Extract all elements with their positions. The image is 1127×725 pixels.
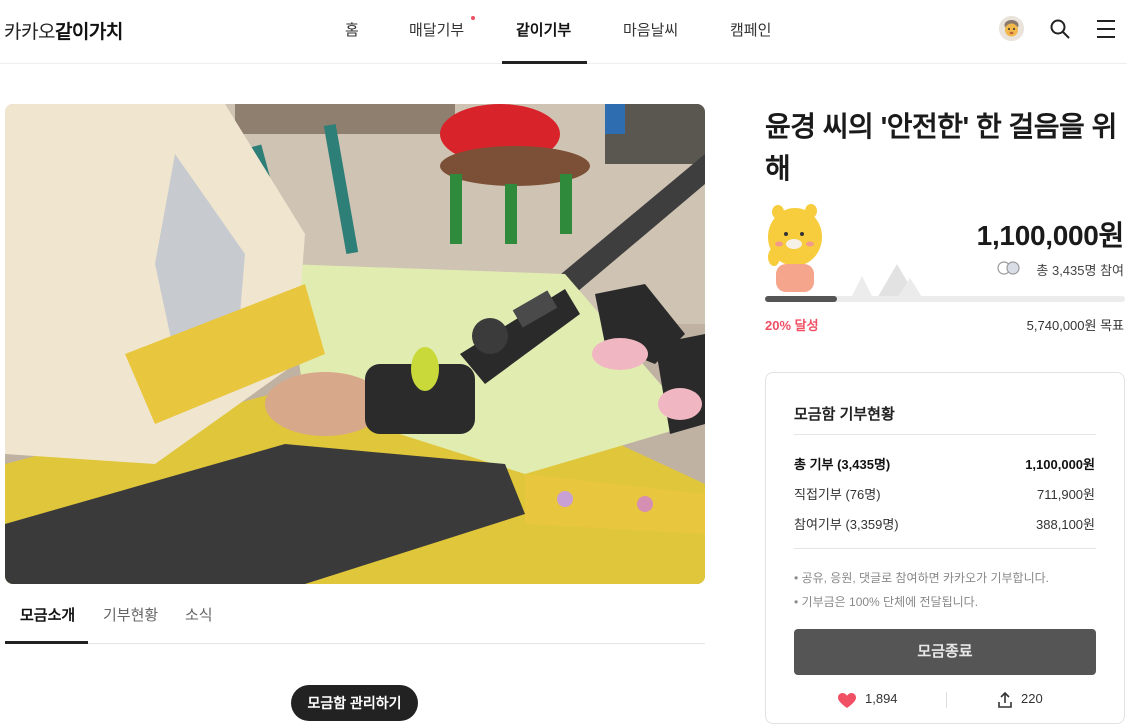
- nav-item-monthly[interactable]: 매달기부: [409, 19, 464, 40]
- participant-avatars-icon: [997, 261, 1020, 275]
- card-divider: [794, 548, 1096, 549]
- direct-donation-label: 직접기부 (76명): [794, 487, 881, 502]
- note-full-delivery: • 기부금은 100% 단체에 전달됩니다.: [794, 595, 979, 609]
- campaign-title: 윤경 씨의 '안전한' 한 걸음을 위해: [765, 111, 1117, 184]
- nav-active-underline: [502, 61, 587, 64]
- tab-news[interactable]: 소식: [185, 604, 213, 625]
- nav-item-home[interactable]: 홈: [345, 19, 359, 40]
- campaign-photo: [5, 104, 705, 584]
- participant-count: 총 3,435명 참여: [1036, 263, 1124, 278]
- logo-part-kakao: 카카오: [4, 22, 55, 43]
- heart-icon[interactable]: [838, 693, 856, 709]
- total-donation-label: 총 기부 (3,435명): [794, 457, 891, 472]
- site-logo[interactable]: 카카오같이가치: [4, 17, 123, 44]
- search-icon[interactable]: [1049, 18, 1071, 40]
- raised-amount: 1,100,000원: [976, 220, 1125, 251]
- share-icon[interactable]: [997, 691, 1013, 709]
- new-badge-dot: [471, 16, 475, 20]
- ryan-character-icon: [768, 204, 822, 292]
- donation-status-card: 모금함 기부현황 총 기부 (3,435명) 1,100,000원 직접기부 (…: [765, 372, 1125, 724]
- nav-item-campaign[interactable]: 캠페인: [730, 19, 771, 40]
- goal-amount: 5,740,000원 목표: [1026, 318, 1124, 333]
- direct-donation-value: 711,900원: [1037, 487, 1095, 502]
- action-divider: [946, 692, 947, 708]
- fundraising-ended-button[interactable]: 모금종료: [794, 629, 1096, 675]
- tab-donation-status[interactable]: 기부현황: [103, 604, 158, 625]
- tab-intro[interactable]: 모금소개: [20, 604, 75, 625]
- progress-percent: 20% 달성: [765, 318, 819, 333]
- card-divider: [794, 434, 1096, 435]
- tab-divider: [5, 643, 705, 644]
- note-kakao-donates: • 공유, 응원, 댓글로 참여하면 카카오가 기부합니다.: [794, 571, 1050, 585]
- like-count: 1,894: [865, 691, 898, 706]
- site-header: 카카오같이가치 홈 매달기부 같이기부 마음날씨 캠페인: [0, 0, 1127, 64]
- participation-donation-value: 388,100원: [1036, 517, 1095, 532]
- total-donation-value: 1,100,000원: [1025, 457, 1095, 472]
- tab-active-underline: [5, 641, 88, 644]
- mountain-illustration: [850, 264, 924, 300]
- progress-fill: [765, 296, 837, 302]
- manage-fundraiser-button[interactable]: 모금함 관리하기: [291, 685, 418, 721]
- participation-donation-label: 참여기부 (3,359명): [794, 517, 899, 532]
- card-title: 모금함 기부현황: [794, 406, 895, 423]
- logo-part-togethervalue: 같이가치: [54, 22, 123, 43]
- share-count: 220: [1021, 691, 1043, 706]
- menu-icon[interactable]: [1095, 19, 1117, 39]
- nav-item-weather[interactable]: 마음날씨: [623, 19, 678, 40]
- nav-item-together[interactable]: 같이기부: [516, 19, 571, 40]
- avatar[interactable]: [999, 16, 1024, 41]
